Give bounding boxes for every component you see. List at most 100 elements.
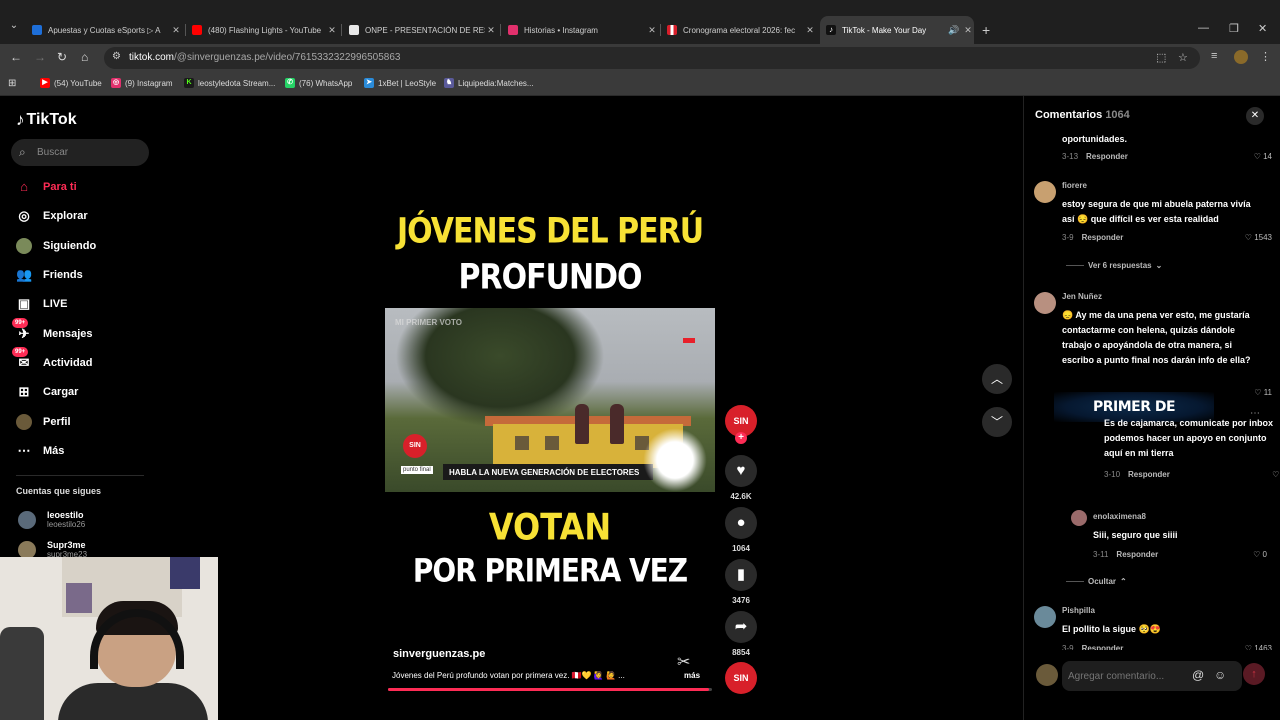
hide-replies-button[interactable]: Ocultar ⌃ [1066, 577, 1127, 586]
browser-tab-instagram[interactable]: Historias • Instagram ✕ [502, 20, 658, 40]
sidebar-item-mensajes[interactable]: ✈ 99+ Mensajes [12, 318, 93, 345]
search-placeholder: Buscar [37, 147, 69, 158]
site-info-icon[interactable]: ⚙ [112, 51, 121, 62]
comment-like-count: 11 [1263, 388, 1272, 397]
comment-bubble-icon[interactable]: ● [725, 507, 757, 539]
sidebar-item-perfil[interactable]: Perfil [16, 411, 71, 433]
back-arrow-icon[interactable]: ← [10, 50, 22, 64]
forward-arrow-icon[interactable]: → [34, 50, 46, 64]
close-tab-icon[interactable]: ✕ [804, 25, 816, 36]
next-video-chevron-down-icon[interactable]: ﹀ [982, 407, 1012, 437]
comment-username[interactable]: enolaximena8 [1093, 512, 1146, 521]
bookmark-label: (54) YouTube [54, 78, 102, 88]
bookmark-youtube[interactable]: ▶ (54) YouTube [40, 78, 102, 88]
restore-icon[interactable]: ❐ [1229, 22, 1239, 35]
home-icon[interactable]: ⌂ [81, 50, 88, 64]
emoji-icon[interactable]: ☺ [1214, 668, 1226, 682]
comments-panel: Comentarios 1064 ✕ oportunidades. 3-13 Re… [1023, 96, 1280, 720]
reply-button[interactable]: Responder [1086, 152, 1128, 161]
close-tab-icon[interactable]: ✕ [170, 25, 182, 36]
bookmark-1xbet[interactable]: ➤ 1xBet | LeoStyle [364, 78, 436, 88]
upload-icon: ⊞ [18, 384, 30, 399]
following-account-leoestilo[interactable]: leoestilo leoestilo26 [18, 510, 85, 529]
sound-disc-avatar[interactable]: SIN [725, 662, 757, 694]
comment-date: 3-9 [1062, 644, 1074, 650]
browser-tab-apuestas[interactable]: Apuestas y Cuotas eSports ▷ A ✕ [26, 20, 182, 40]
sidebar-item-label: Actividad [43, 357, 93, 369]
sidebar-item-live[interactable]: ▣ LIVE [16, 293, 68, 315]
apps-grid-icon[interactable]: ⊞ [8, 78, 16, 89]
comment-like[interactable]: ♡ 11 [1236, 388, 1272, 397]
sidebar-item-label: Mensajes [43, 328, 93, 340]
video-more-link[interactable]: más [684, 671, 700, 680]
comment-username[interactable]: Pishpilla [1062, 606, 1095, 615]
view-replies-button[interactable]: Ver 6 respuestas ⌄ [1066, 261, 1162, 270]
url-host: tiktok.com [129, 52, 175, 63]
comment-item: fiorere estoy segura de que mi abuela pa… [1034, 181, 1274, 271]
mention-at-icon[interactable]: @ [1192, 668, 1204, 682]
comment-like[interactable]: ♡ 0 [1231, 550, 1267, 559]
comment-like[interactable]: ♡ 1463 [1236, 644, 1272, 650]
comment-like[interactable]: ♡ 1543 [1236, 233, 1272, 242]
close-comments-icon[interactable]: ✕ [1246, 107, 1264, 125]
profile-avatar[interactable] [1234, 50, 1248, 64]
reply-button[interactable]: Responder [1082, 233, 1124, 242]
close-tab-icon[interactable]: ✕ [485, 25, 497, 36]
install-app-icon[interactable]: ⬚ [1156, 51, 1166, 64]
bookmark-liquipedia[interactable]: ♞ Liquipedia:Matches... [444, 78, 534, 88]
address-bar[interactable]: ⚙ tiktok.com/@sinverguenzas.pe/video/761… [104, 47, 1200, 69]
close-tab-icon[interactable]: ✕ [962, 25, 974, 36]
comment-username[interactable]: Jen Nuñez [1062, 292, 1102, 301]
close-tab-icon[interactable]: ✕ [326, 25, 338, 36]
reply-button[interactable]: Responder [1116, 550, 1158, 559]
minimize-icon[interactable]: — [1198, 22, 1209, 34]
close-tab-icon[interactable]: ✕ [646, 25, 658, 36]
browser-tab-onpe[interactable]: ONPE - PRESENTACIÓN DE RES ✕ [343, 20, 497, 40]
bookmark-instagram[interactable]: ◎ (9) Instagram [111, 78, 173, 88]
send-arrow-up-icon[interactable]: ↑ [1243, 663, 1265, 685]
comment-username[interactable]: fiorere [1062, 181, 1087, 190]
bookmark-whatsapp[interactable]: ✆ (76) WhatsApp [285, 78, 352, 88]
browser-tab-youtube[interactable]: (480) Flashing Lights - YouTube ✕ [186, 20, 338, 40]
reply-button[interactable]: Responder [1082, 644, 1124, 650]
sidebar-item-para-ti[interactable]: ⌂ Para ti [16, 176, 77, 198]
previous-video-chevron-up-icon[interactable]: ︿ [982, 364, 1012, 394]
media-controls-icon[interactable]: ≡ [1211, 50, 1217, 62]
sidebar-item-explorar[interactable]: ◎ Explorar [16, 205, 87, 227]
comment-like[interactable]: ♡ 14 [1236, 152, 1272, 161]
avatar[interactable] [1034, 606, 1056, 628]
avatar[interactable] [1071, 510, 1087, 526]
tab-title: (480) Flashing Lights - YouTube [208, 25, 322, 35]
follow-plus-icon[interactable]: + [735, 432, 747, 444]
avatar[interactable] [1034, 181, 1056, 203]
bookmark-star-icon[interactable]: ☆ [1178, 51, 1188, 64]
tiktok-logo[interactable]: ♪ TikTok [16, 110, 77, 130]
sidebar-item-friends[interactable]: 👥 Friends [16, 264, 83, 286]
comment-like[interactable]: ♡ 2 [1250, 470, 1280, 479]
bookmark-icon[interactable]: ▮ [725, 559, 757, 591]
new-tab-plus-icon[interactable]: + [982, 22, 990, 38]
browser-tab-strip: ⌄ Apuestas y Cuotas eSports ▷ A ✕ (480) … [0, 0, 1280, 44]
menu-kebab-icon[interactable]: ⋮ [1260, 50, 1271, 63]
reply-button[interactable]: Responder [1128, 470, 1170, 479]
sidebar-item-cargar[interactable]: ⊞ Cargar [16, 381, 79, 403]
browser-tab-tiktok[interactable]: ♪ TikTok - Make Your Day 🔊 ✕ [820, 16, 974, 44]
bookmark-kick[interactable]: Kleostyledota Stream... [184, 78, 275, 88]
video-author[interactable]: sinverguenzas.pe [393, 648, 485, 660]
video-progress-bar[interactable] [388, 688, 712, 691]
sidebar-item-siguiendo[interactable]: Siguiendo [16, 235, 96, 257]
sidebar-item-actividad[interactable]: ✉ 99+ Actividad [12, 347, 93, 374]
sidebar-item-mas[interactable]: ⋯ Más [16, 440, 65, 462]
like-heart-icon[interactable]: ♥ [725, 455, 757, 487]
avatar[interactable] [1034, 292, 1056, 314]
tab-search-chevron-icon[interactable]: ⌄ [6, 20, 22, 36]
reload-icon[interactable]: ↻ [57, 50, 67, 64]
capcut-icon[interactable]: ✂ [677, 652, 690, 672]
close-window-icon[interactable]: ✕ [1258, 22, 1267, 35]
webcam-chair [0, 627, 44, 720]
speaker-icon[interactable]: 🔊 [948, 25, 960, 36]
browser-tab-cronograma[interactable]: Cronograma electoral 2026: fec ✕ [661, 20, 816, 40]
video-player[interactable]: JÓVENES DEL PERÚ PROFUNDO MI PRIMER VOTO… [385, 196, 715, 692]
share-arrow-icon[interactable]: ➦ [725, 611, 757, 643]
search-input[interactable]: ⌕ Buscar [11, 139, 149, 166]
